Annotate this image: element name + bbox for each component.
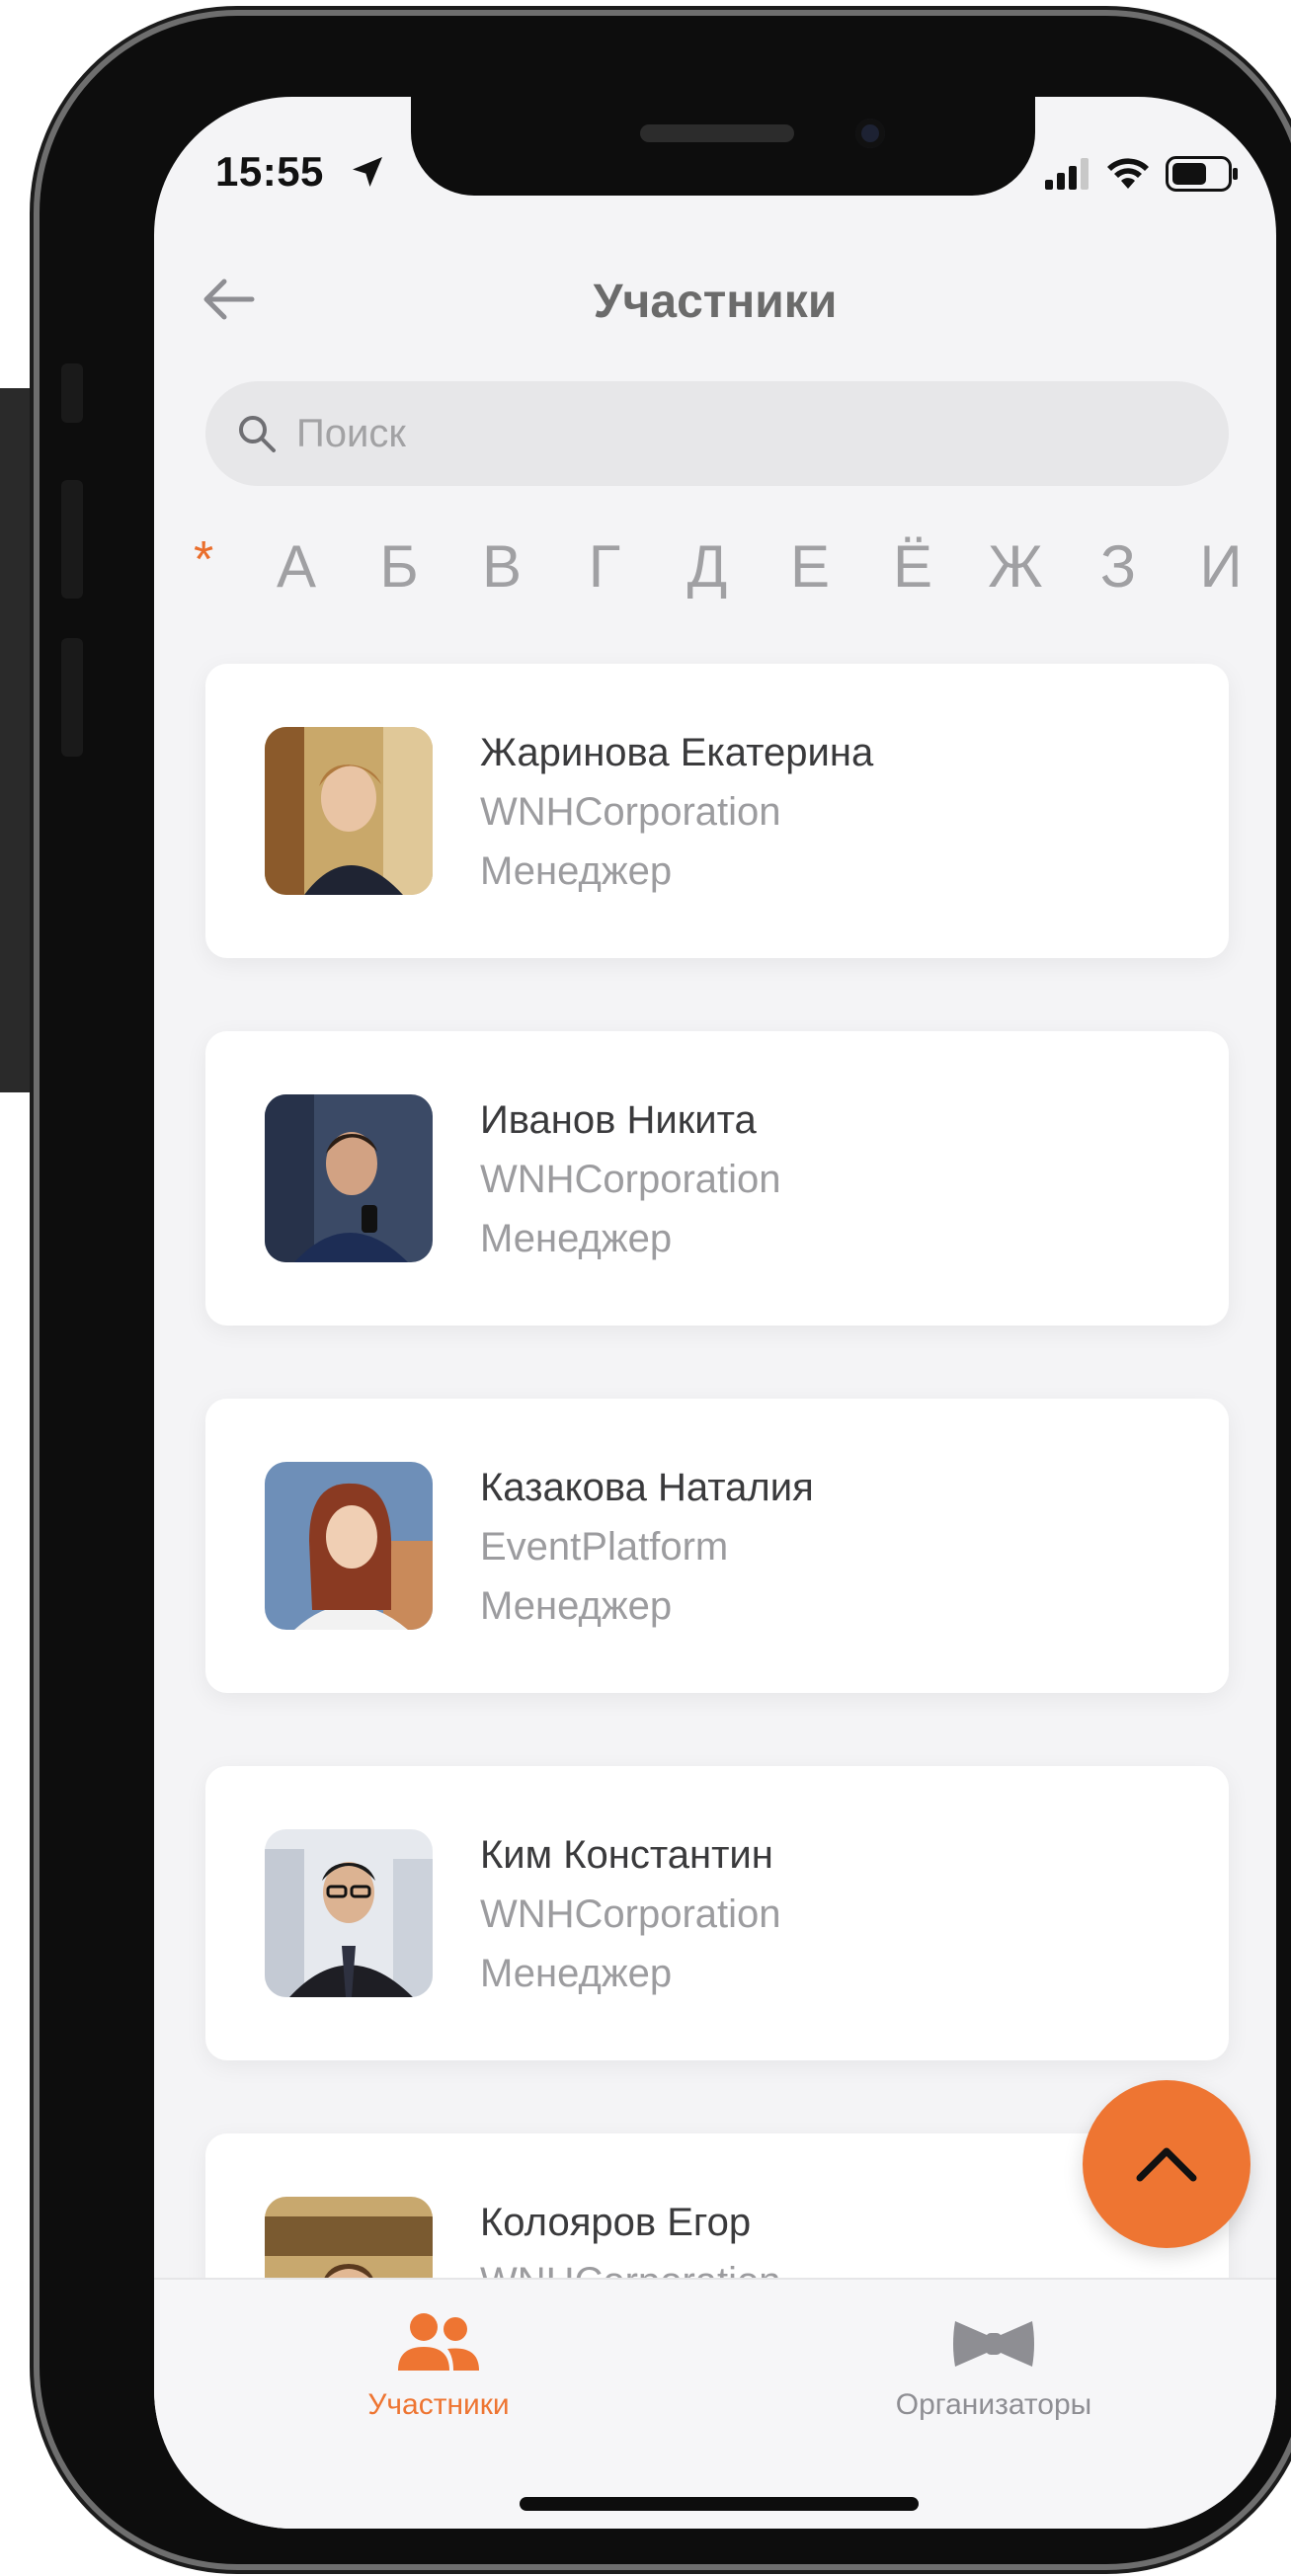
bottom-tab-bar: Участники Организаторы xyxy=(154,2278,1276,2529)
scroll-to-top-button[interactable] xyxy=(1083,2080,1251,2248)
search-icon xyxy=(239,416,276,452)
participant-card[interactable]: Жаринова Екатерина WNHCorporation Менедж… xyxy=(205,664,1229,958)
app-screen: 15:55 Участники Поиск * А Б В Г Д Е Ё Ж … xyxy=(154,97,1276,2529)
tab-organizers[interactable]: Организаторы xyxy=(826,2309,1162,2422)
alphabet-index: * А Б В Г Д Е Ё Ж З И xyxy=(194,522,1260,610)
mute-switch xyxy=(61,363,83,423)
people-icon xyxy=(398,2313,479,2371)
participant-card[interactable]: Ким Константин WNHCorporation Менеджер xyxy=(205,1766,1229,2060)
wifi-icon xyxy=(1107,158,1149,189)
participant-role: Менеджер xyxy=(480,1584,673,1628)
avatar xyxy=(265,1829,433,1997)
page-title: Участники xyxy=(593,276,838,328)
participant-company: WNHCorporation xyxy=(480,790,781,834)
participant-company: EventPlatform xyxy=(480,1525,729,1569)
avatar xyxy=(265,727,433,895)
status-time: 15:55 xyxy=(215,148,324,195)
alphabet-letter-v[interactable]: В xyxy=(462,532,541,601)
speaker-grille xyxy=(640,124,794,142)
battery-icon xyxy=(1166,156,1238,192)
volume-down-button xyxy=(61,638,83,757)
chevron-up-icon xyxy=(1136,2147,1197,2182)
status-indicators xyxy=(1045,156,1239,192)
search-input[interactable] xyxy=(296,411,1185,456)
participant-role: Менеджер xyxy=(480,1952,673,1995)
alphabet-letter-d[interactable]: Д xyxy=(668,532,747,601)
alphabet-letter-z[interactable]: З xyxy=(1079,532,1158,601)
cellular-signal-icon xyxy=(1045,158,1089,190)
alphabet-letter-i[interactable]: И xyxy=(1181,532,1260,601)
participant-name: Ким Константин xyxy=(480,1833,773,1877)
alphabet-star[interactable]: * xyxy=(194,530,233,590)
alphabet-letter-a[interactable]: А xyxy=(257,532,336,601)
phone-frame: 15:55 Участники Поиск * А Б В Г Д Е Ё Ж … xyxy=(40,16,1291,2564)
participant-company: WNHCorporation xyxy=(480,1158,781,1201)
device-notch xyxy=(411,97,1035,196)
participant-name: Колояров Егор xyxy=(480,2201,752,2244)
participant-name: Иванов Никита xyxy=(480,1098,757,1142)
tab-participants-label: Участники xyxy=(367,2388,510,2421)
participant-card[interactable]: Иванов Никита WNHCorporation Менеджер xyxy=(205,1031,1229,1326)
participant-name: Жаринова Екатерина xyxy=(480,731,874,774)
alphabet-letter-b[interactable]: Б xyxy=(360,532,439,601)
bowtie-icon xyxy=(953,2321,1034,2367)
front-camera xyxy=(855,119,885,148)
home-indicator xyxy=(520,2497,919,2511)
alphabet-letter-yo[interactable]: Ё xyxy=(873,532,952,601)
search-bar[interactable] xyxy=(205,381,1229,486)
participant-role: Менеджер xyxy=(480,849,673,893)
avatar xyxy=(265,1462,433,1630)
tab-participants[interactable]: Участники xyxy=(271,2309,606,2422)
avatar xyxy=(265,1094,433,1262)
participant-company: WNHCorporation xyxy=(480,1892,781,1936)
alphabet-letter-zh[interactable]: Ж xyxy=(976,532,1055,601)
participant-card[interactable]: Казакова Наталия EventPlatform Менеджер xyxy=(205,1399,1229,1693)
tab-organizers-label: Организаторы xyxy=(895,2388,1092,2421)
alphabet-letter-g[interactable]: Г xyxy=(565,532,644,601)
participant-name: Казакова Наталия xyxy=(480,1466,814,1509)
alphabet-letter-e[interactable]: Е xyxy=(770,532,849,601)
location-arrow-icon xyxy=(353,157,382,187)
volume-up-button xyxy=(61,480,83,599)
participant-role: Менеджер xyxy=(480,1217,673,1260)
